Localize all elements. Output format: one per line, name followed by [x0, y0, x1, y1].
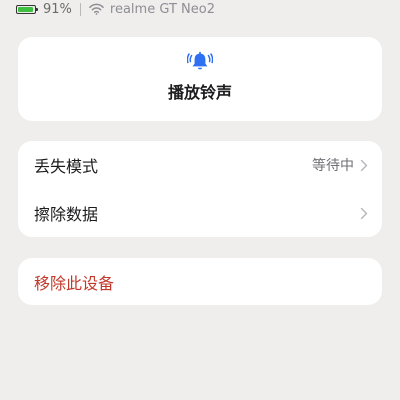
remove-device-label: 移除此设备: [34, 273, 115, 293]
lost-mode-label: 丢失模式: [34, 157, 99, 176]
play-sound-label: 播放铃声: [167, 83, 232, 102]
lost-mode-status: 等待中: [312, 158, 354, 174]
chevron-right-icon: [360, 207, 368, 220]
device-detail-screen: 91% realme GT Neo2 播放铃声 丢失模式 等待中 擦除数据 移除…: [0, 0, 400, 400]
lost-mode-row[interactable]: 丢失模式 等待中: [18, 141, 382, 189]
erase-data-row[interactable]: 擦除数据: [18, 189, 382, 237]
chevron-right-icon: [360, 159, 368, 172]
wifi-icon: [89, 3, 104, 15]
options-card: 丢失模式 等待中 擦除数据: [18, 141, 382, 237]
erase-data-label: 擦除数据: [34, 205, 99, 224]
play-sound-card[interactable]: 播放铃声: [18, 37, 382, 121]
status-bar: 91% realme GT Neo2: [16, 0, 215, 18]
bell-ringing-icon: [187, 51, 213, 73]
status-divider: [79, 2, 81, 16]
remove-device-button[interactable]: 移除此设备: [18, 258, 382, 305]
battery-icon: [16, 4, 38, 14]
device-name: realme GT Neo2: [109, 1, 215, 17]
battery-percent: 91%: [43, 1, 72, 17]
battery-level: [18, 6, 33, 12]
